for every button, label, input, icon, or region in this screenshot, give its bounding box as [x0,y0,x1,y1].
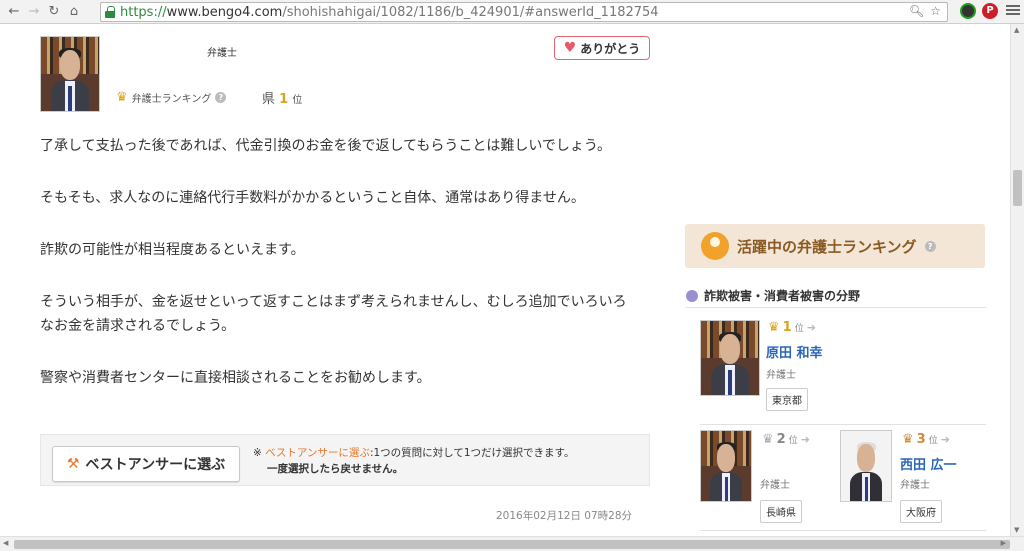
ranking-title: 活躍中の弁護士ランキング [737,237,917,256]
lawyer-rank: ♛ 1 位 ➜ [768,320,816,335]
lawyer-avatar[interactable] [840,430,892,502]
scroll-up-icon[interactable]: ▲ [1014,26,1019,34]
back-icon[interactable]: ← [4,2,24,22]
reload-icon[interactable]: ↻ [44,2,64,22]
lawyer-rank: ♛ 3 位 ➜ [902,432,950,447]
home-icon[interactable]: ⌂ [64,2,84,22]
answer-paragraph: そういう相手が、金を返せといって返すことはまず考えられませんし、むしろ追加でいろ… [40,294,627,334]
lawyer-role: 弁護士 [760,480,790,491]
lawyer-badge-icon [701,232,729,260]
gavel-icon: ⚒ [66,456,80,472]
best-answer-label: ベストアンサーに選ぶ [85,457,226,473]
field-icon [686,289,698,302]
answer-body: 了承して支払った後であれば、代金引換のお金を後で返してもらうことは難しいでしょう… [40,134,640,418]
answerer-role: 弁護士 [207,48,237,59]
url-text: https://www.bengo4.com/shohishahigai/108… [120,4,659,20]
answer-paragraph: そもそも、求人なのに連絡代行手数料がかかるということ自体、通常はあり得ません。 [40,190,585,206]
help-icon[interactable]: ? [215,92,227,103]
arrow-right-icon[interactable]: ➜ [807,321,816,334]
best-answer-note: ※ ベストアンサーに選ぶ:1つの質問に対して1つだけ選択できます。 一度選択した… [253,447,575,475]
bookmark-star-icon[interactable]: ☆ [930,4,941,18]
answer-paragraph: 了承して支払った後であれば、代金引換のお金を後で返してもらうことは難しいでしょう… [40,138,612,154]
arrow-right-icon[interactable]: ➜ [941,433,950,446]
heart-icon: ♥ [563,40,577,56]
best-answer-link[interactable]: ベストアンサーに選ぶ [265,447,370,459]
scroll-left-icon[interactable]: ◀ [3,539,8,547]
lawyer-avatar[interactable] [700,430,752,502]
divider [700,530,986,531]
scroll-right-icon[interactable]: ▶ [1001,539,1006,547]
thanks-label: ありがとう [580,41,641,56]
ranking-banner: 活躍中の弁護士ランキング ? [685,224,985,268]
scroll-down-icon[interactable]: ▼ [1014,526,1019,534]
horizontal-scrollbar[interactable]: ◀ ▶ [0,536,1024,551]
page-content: 弁護士 ♥ ありがとう ♛ 弁護士ランキング ? 県 1 位 了承して支払った後… [0,24,1010,536]
crown-icon: ♛ [116,90,128,105]
field-heading: 詐欺被害・消費者被害の分野 [686,287,860,304]
divider [700,424,986,425]
lawyer-location: 長崎県 [760,500,802,523]
thanks-button[interactable]: ♥ ありがとう [554,36,650,60]
prefecture-rank: 県 1 位 [262,92,303,107]
answer-paragraph: 警察や消費者センターに直接相談されることをお勧めします。 [40,370,431,386]
lawyer-role: 弁護士 [900,480,930,491]
lawyer-location: 大阪府 [900,500,942,523]
lock-icon [105,6,115,18]
address-bar[interactable]: https://www.bengo4.com/shohishahigai/108… [100,2,948,22]
lawyer-role: 弁護士 [766,370,796,381]
crown-icon: ♛ [902,432,914,447]
lawyer-location: 東京都 [766,388,808,411]
answer-paragraph: 詐欺の可能性が相当程度あるといえます。 [40,242,305,258]
extension-icon[interactable] [960,3,976,19]
arrow-right-icon[interactable]: ➜ [801,433,810,446]
lawyer-name[interactable]: 原田 和幸 [766,342,823,361]
browser-toolbar: ← → ↻ ⌂ https://www.bengo4.com/shohishah… [0,0,1024,24]
divider [686,307,986,308]
lawyer-name[interactable]: 西田 広一 [900,454,957,473]
lawyer-avatar[interactable] [700,320,760,396]
answer-date: 2016年02月12日 07時28分 [496,510,633,522]
ranking-label: 弁護士ランキング [131,94,212,105]
zoom-icon[interactable]: 🔍︎ [909,4,924,18]
pinterest-icon[interactable]: P [982,3,998,19]
menu-icon[interactable] [1006,5,1020,19]
lawyer-ranking: ♛ 弁護士ランキング ? [116,90,227,105]
crown-icon: ♛ [768,320,780,335]
best-answer-box: ⚒ ベストアンサーに選ぶ ※ ベストアンサーに選ぶ:1つの質問に対して1つだけ選… [40,434,650,486]
lawyer-rank: ♛ 2 位 ➜ [762,432,810,447]
best-answer-button[interactable]: ⚒ ベストアンサーに選ぶ [52,446,240,482]
scroll-thumb[interactable] [14,540,1010,549]
forward-icon[interactable]: → [24,2,44,22]
crown-icon: ♛ [762,432,774,447]
vertical-scrollbar[interactable]: ▲ ▼ [1010,24,1024,536]
scroll-thumb[interactable] [1013,170,1022,206]
best-answer-warning: 一度選択したら戻せません。 [267,463,404,475]
answerer-avatar[interactable] [40,36,100,112]
help-icon[interactable]: ? [924,240,936,252]
